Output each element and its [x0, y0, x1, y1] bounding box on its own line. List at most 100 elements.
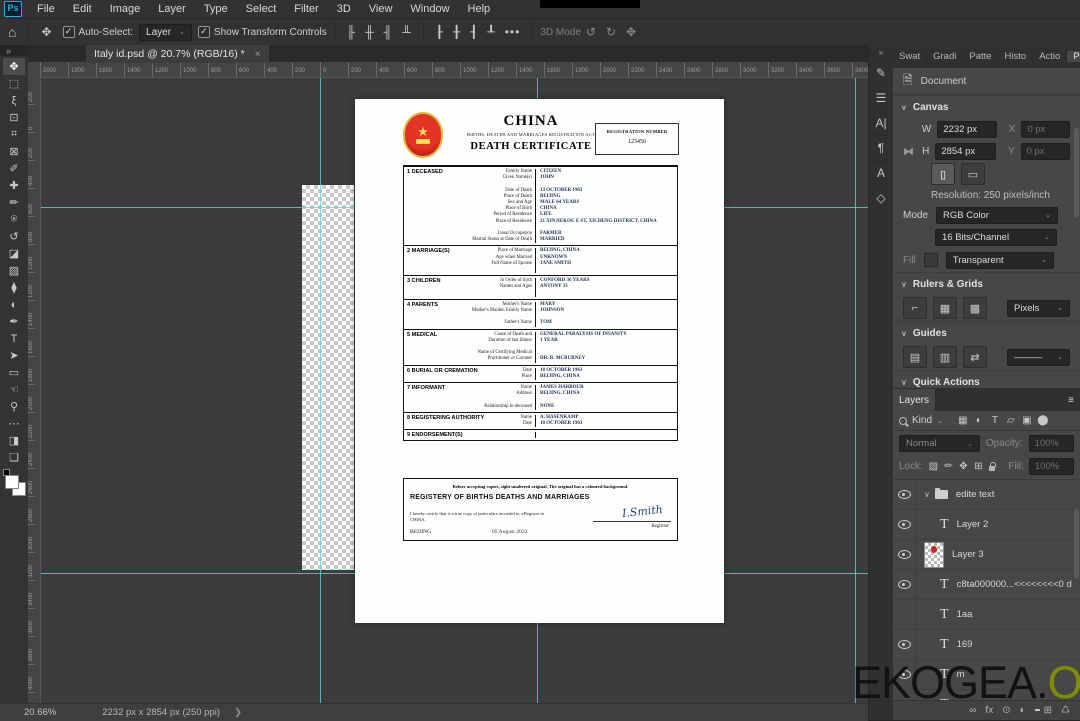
layers-scrollbar[interactable]	[1074, 509, 1079, 579]
distribute-icon[interactable]: ┨	[470, 25, 477, 39]
layer-filter-icon[interactable]: ▱	[1004, 415, 1018, 426]
certificate-page[interactable]: ★ CHINA BIRTHS, DEATHS AND MARRIAGES REG…	[355, 99, 724, 623]
link-dimensions-icon[interactable]: ⧓	[903, 145, 916, 158]
ruler-toggle-button[interactable]: ▩	[963, 297, 987, 319]
tool-button[interactable]: ◪	[3, 245, 25, 262]
visibility-toggle[interactable]	[893, 540, 916, 569]
tool-button[interactable]: ▭	[3, 364, 25, 381]
panel-tab[interactable]: Gradi	[927, 50, 964, 62]
x-input[interactable]: 0 px	[1021, 120, 1071, 138]
y-input[interactable]: 0 px	[1020, 142, 1070, 160]
tool-button[interactable]: T	[3, 330, 25, 347]
tool-button[interactable]: ◨	[3, 432, 25, 449]
portrait-orientation-button[interactable]: ▯	[931, 163, 955, 185]
visibility-toggle[interactable]	[893, 570, 916, 599]
tool-button[interactable]: ▨	[3, 262, 25, 279]
guide-style-select[interactable]: ——— ⌄	[1007, 348, 1070, 366]
layer-name[interactable]: edite text	[956, 489, 995, 500]
more-options-icon[interactable]: •••	[505, 25, 521, 39]
3d-mode-icon[interactable]: ↺	[586, 25, 596, 39]
color-mode-select[interactable]: RGB Color ⌄	[936, 206, 1059, 224]
layer-row[interactable]: ∨ T edite text	[893, 480, 1080, 510]
tool-button[interactable]: ✐	[3, 160, 25, 177]
panel-icon[interactable]: ✎	[870, 61, 892, 86]
layer-filter-icon[interactable]: ▦	[956, 415, 970, 426]
guide-vertical-1[interactable]	[320, 77, 321, 703]
lock-option-icon[interactable]: ⊞	[973, 461, 984, 472]
opacity-input[interactable]: 100%	[1028, 435, 1074, 452]
layer-fill-input[interactable]: 100%	[1028, 458, 1074, 475]
color-swatches[interactable]	[3, 469, 26, 496]
menu-item[interactable]: Edit	[64, 3, 101, 15]
panel-icon[interactable]: ¶	[870, 136, 892, 161]
distribute-icon[interactable]: ╂	[453, 25, 460, 39]
canvas-section-header[interactable]: ∨ Canvas	[893, 95, 1080, 118]
tool-button[interactable]: ⊡	[3, 109, 25, 126]
visibility-toggle[interactable]	[893, 600, 916, 629]
lock-all-icon[interactable]	[988, 461, 997, 471]
width-input[interactable]: 2232 px	[937, 120, 997, 138]
tool-button[interactable]: ⍟	[3, 211, 25, 228]
tool-button[interactable]: ↺	[3, 228, 25, 245]
guide-toggle-button[interactable]: ▤	[903, 346, 927, 368]
layer-name[interactable]: 169	[957, 639, 973, 650]
menu-item[interactable]: 3D	[328, 3, 360, 15]
tool-button[interactable]: ➤	[3, 347, 25, 364]
landscape-orientation-button[interactable]: ▭	[961, 163, 985, 185]
lock-option-icon[interactable]: ✏	[943, 461, 954, 472]
layer-filter-icon[interactable]: T	[988, 415, 1002, 426]
height-input[interactable]: 2854 px	[935, 142, 996, 160]
layer-name[interactable]: Layer 2	[957, 519, 989, 530]
layers-menu-icon[interactable]: ≡	[1062, 389, 1080, 411]
panel-tab[interactable]: Patte	[963, 50, 999, 62]
visibility-toggle[interactable]	[893, 480, 916, 509]
canvas-workspace[interactable]: ★ CHINA BIRTHS, DEATHS AND MARRIAGES REG…	[40, 77, 868, 703]
layer-name[interactable]: c8ta000000...<<<<<<<<0 d	[957, 579, 1072, 590]
distribute-icon[interactable]: ┠	[436, 25, 443, 39]
ruler-toggle-button[interactable]: ▦	[933, 297, 957, 319]
group-chevron-icon[interactable]: ∨	[924, 490, 930, 499]
lock-option-icon[interactable]: ▨	[928, 461, 939, 472]
expand-panels-icon[interactable]: »	[879, 48, 883, 57]
menu-item[interactable]: Type	[195, 3, 237, 15]
tool-button[interactable]: ⌗	[3, 126, 25, 143]
panel-tab[interactable]: Properties	[1067, 50, 1080, 62]
menu-item[interactable]: Layer	[149, 3, 195, 15]
guide-vertical-3[interactable]	[855, 77, 856, 703]
guide-toggle-button[interactable]: ▥	[933, 346, 957, 368]
layers-tab[interactable]: Layers	[893, 389, 937, 411]
properties-scrollbar[interactable]	[1074, 128, 1079, 218]
panel-icon[interactable]: A|	[870, 111, 892, 136]
panel-tab[interactable]: Histo	[999, 50, 1034, 62]
rulers-grids-section-header[interactable]: ∨ Rulers & Grids	[893, 272, 1080, 295]
tool-button[interactable]: ⚲	[3, 398, 25, 415]
layer-row[interactable]: ∨ T 1aa	[893, 600, 1080, 630]
close-icon[interactable]: ×	[255, 49, 261, 60]
tool-button[interactable]: ⬚	[3, 75, 25, 92]
layer-row[interactable]: ∨ T Layer 3	[893, 540, 1080, 570]
auto-select-target-dropdown[interactable]: Layer ⌄	[139, 23, 192, 41]
layer-row[interactable]: ∨ T c8ta000000...<<<<<<<<0 d	[893, 570, 1080, 600]
tool-button[interactable]: ⊠	[3, 143, 25, 160]
align-icon[interactable]: ╫	[365, 25, 374, 39]
tool-button[interactable]: ☜	[3, 381, 25, 398]
tool-button[interactable]: ❏	[3, 449, 25, 466]
guides-section-header[interactable]: ∨ Guides	[893, 321, 1080, 344]
lock-option-icon[interactable]: ✥	[958, 461, 969, 472]
distribute-icon[interactable]: ┸	[488, 25, 495, 39]
bit-depth-select[interactable]: 16 Bits/Channel ⌄	[935, 228, 1057, 246]
status-chevron-icon[interactable]: ❯	[234, 707, 242, 718]
visibility-toggle[interactable]	[893, 510, 916, 539]
menu-item[interactable]: Select	[237, 3, 286, 15]
show-transform-checkbox[interactable]: ✓	[197, 26, 210, 38]
tool-button[interactable]: ⧫	[3, 279, 25, 296]
toolbar-collapse-icon[interactable]: »	[6, 46, 11, 56]
tool-button[interactable]: ✥	[3, 58, 25, 75]
layer-filter-icon[interactable]: ▣	[1020, 415, 1034, 426]
menu-item[interactable]: Filter	[285, 3, 327, 15]
panel-tab[interactable]: Swat	[893, 50, 928, 62]
align-icon[interactable]: ╢	[384, 25, 393, 39]
zoom-level-field[interactable]: 20.66%	[24, 707, 56, 718]
menu-item[interactable]: View	[360, 3, 402, 15]
menu-item[interactable]: File	[28, 3, 64, 15]
